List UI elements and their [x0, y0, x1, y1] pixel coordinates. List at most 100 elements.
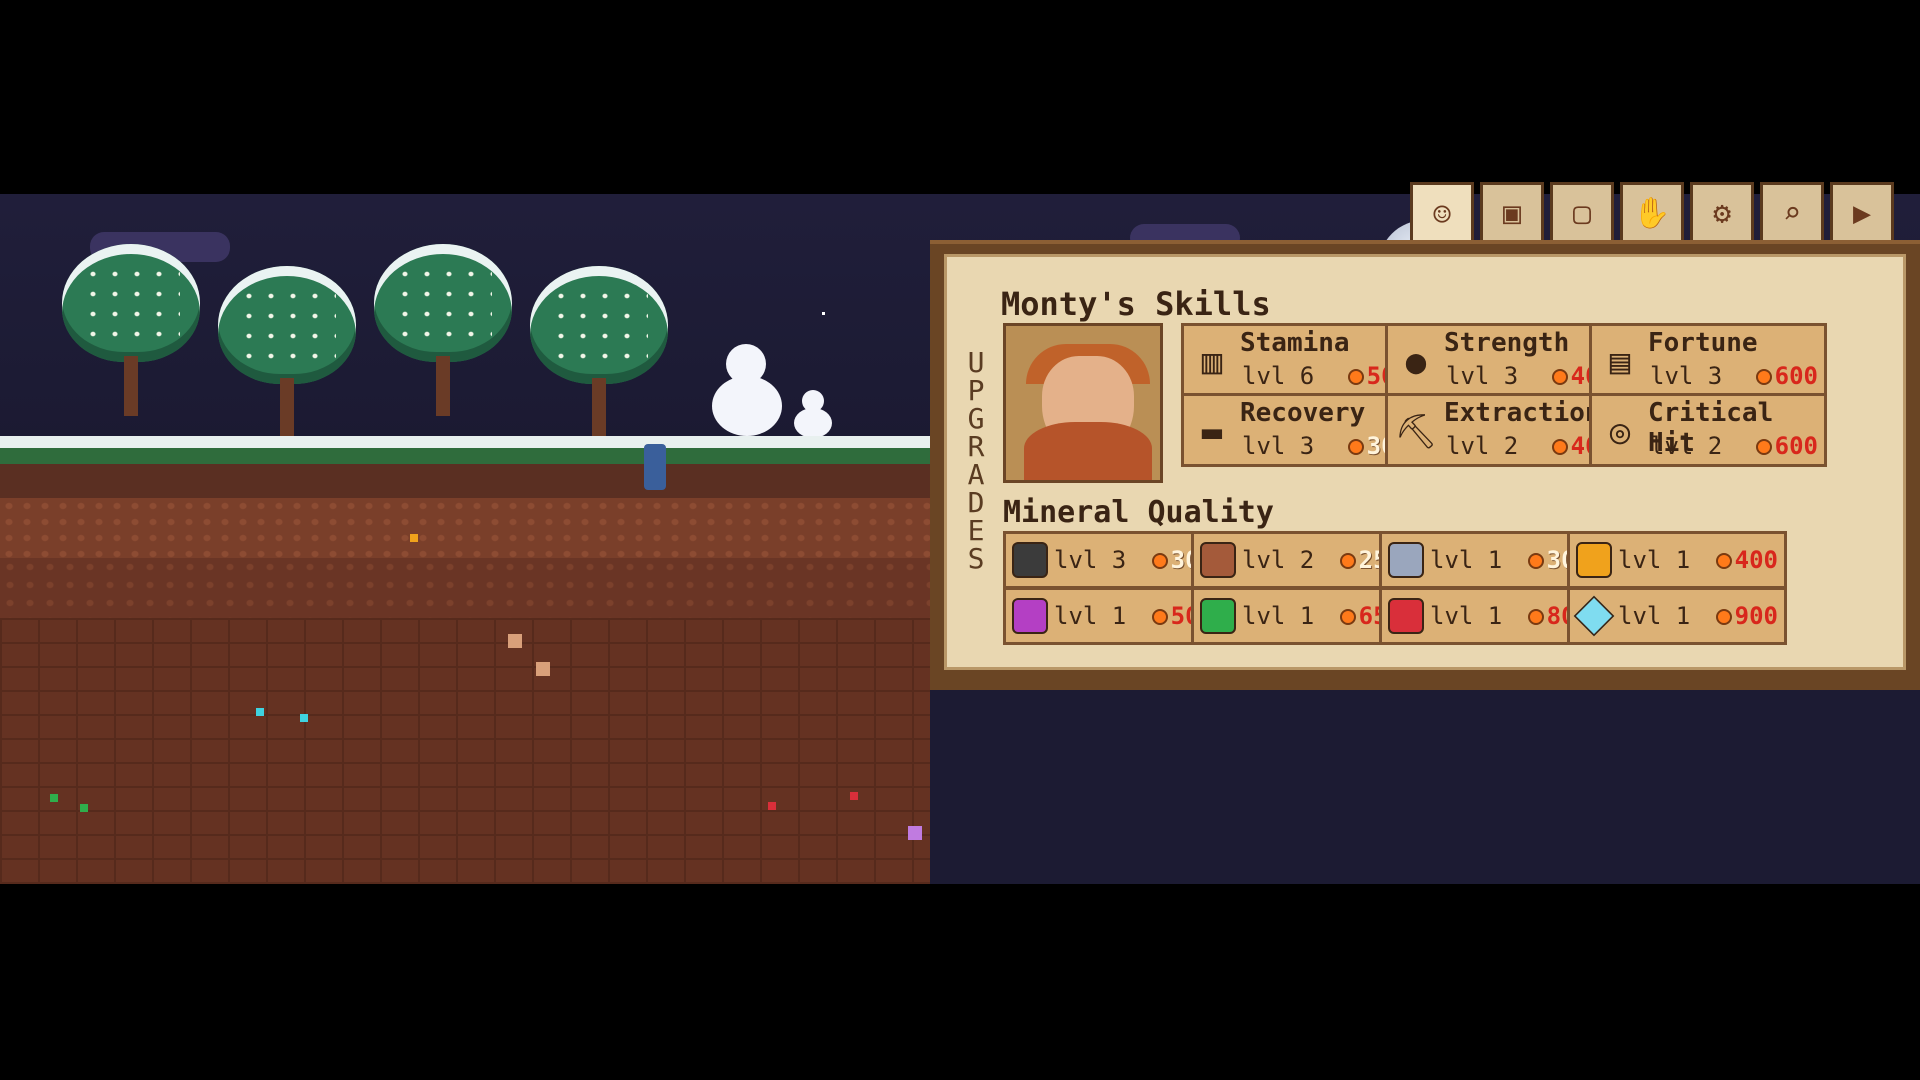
gold-ore-icon	[1576, 542, 1612, 578]
ore-nugget	[410, 534, 418, 542]
mineral-emerald-button[interactable]: lvl 1650	[1191, 587, 1411, 645]
tab-play-arrow[interactable]: ▶	[1830, 182, 1894, 244]
skill-strength-button[interactable]: ●Strengthlvl 3400	[1385, 323, 1623, 397]
coin-icon	[1755, 439, 1772, 455]
mineral-iron-ore-button[interactable]: lvl 1300	[1379, 531, 1599, 589]
ore-nugget	[508, 634, 522, 648]
mineral-cost-value: 400	[1734, 546, 1778, 574]
character-portrait	[1003, 323, 1163, 483]
iron-ore-icon	[1388, 542, 1424, 578]
skill-extraction-button[interactable]: ⛏Extractionlvl 2400	[1385, 393, 1623, 467]
tab-glove[interactable]: ✋	[1620, 182, 1684, 244]
ore-nugget	[256, 708, 264, 716]
mineral-cost: 400	[1715, 546, 1778, 574]
upgrades-side-label: UPGRADES	[967, 346, 985, 575]
skill-cost-value: 600	[1774, 432, 1818, 460]
weight-icon: ●	[1405, 342, 1427, 382]
ore-nugget	[768, 802, 776, 810]
coin-icon	[1551, 439, 1568, 455]
ore-nugget	[300, 714, 308, 722]
miner-character	[644, 444, 666, 490]
gold-bars-icon: ▤	[1609, 342, 1631, 382]
picture-frame-icon: ▢	[1572, 195, 1592, 231]
coal-icon	[1012, 542, 1048, 578]
tab-treasure-chest[interactable]: ▣	[1480, 182, 1544, 244]
coin-icon	[1347, 369, 1364, 385]
skill-critical-hit-button[interactable]: ◎ Critical Hit lvl 2 600	[1589, 393, 1827, 467]
character-portrait-icon: ☺	[1432, 197, 1452, 233]
ore-nugget	[850, 792, 858, 800]
barrel-icon: ▥	[1201, 342, 1223, 382]
stone-layer	[0, 618, 930, 884]
mineral-ruby-button[interactable]: lvl 1800	[1379, 587, 1599, 645]
skill-name: Strength	[1444, 328, 1570, 358]
mineral-amethyst-button[interactable]: lvl 1500	[1003, 587, 1223, 645]
mineral-level: lvl 1	[1430, 546, 1503, 574]
mineral-quality-heading: Mineral Quality	[1003, 495, 1274, 530]
play-arrow-icon: ▶	[1852, 195, 1872, 231]
skill-name: Extraction	[1444, 398, 1601, 428]
ore-nugget	[536, 662, 550, 676]
menu-tabs: ☺ ▣ ▢ ✋ ⚙ ⌕ ▶	[1410, 182, 1894, 248]
mineral-cost: 900	[1715, 602, 1778, 630]
magnifier-icon: ⌕	[1782, 195, 1802, 231]
skill-name: Recovery	[1240, 398, 1366, 428]
tab-magnifier[interactable]: ⌕	[1760, 182, 1824, 244]
coin-icon	[1151, 609, 1168, 625]
mineral-level: lvl 3	[1054, 546, 1127, 574]
coin-icon	[1339, 609, 1356, 625]
coin-icon	[1527, 609, 1544, 625]
ruby-icon	[1388, 598, 1424, 634]
emerald-icon	[1200, 598, 1236, 634]
mineral-level: lvl 1	[1430, 602, 1503, 630]
amethyst-icon	[1012, 598, 1048, 634]
star	[822, 312, 825, 315]
skill-name: Stamina	[1240, 328, 1350, 358]
mineral-level: lvl 1	[1054, 602, 1127, 630]
coin-icon	[1527, 553, 1544, 569]
glove-icon: ✋	[1633, 195, 1671, 231]
ore-nugget	[80, 804, 88, 812]
skill-level: lvl 3	[1446, 362, 1519, 390]
skill-cost: 600	[1755, 362, 1818, 390]
coin-icon	[1151, 553, 1168, 569]
ore-nugget	[908, 826, 922, 840]
grass-layer	[0, 448, 930, 464]
mineral-diamond-button[interactable]: lvl 1 900	[1567, 587, 1787, 645]
dirt-layer	[0, 498, 930, 558]
tab-character-portrait[interactable]: ☺	[1410, 182, 1474, 248]
skill-level: lvl 2	[1650, 432, 1723, 460]
tab-picture-frame[interactable]: ▢	[1550, 182, 1614, 244]
skill-level: lvl 3	[1242, 432, 1315, 460]
coin-icon	[1755, 369, 1772, 385]
skill-level: lvl 2	[1446, 432, 1519, 460]
diamond-icon	[1573, 595, 1615, 637]
tab-gear[interactable]: ⚙	[1690, 182, 1754, 244]
skill-fortune-button[interactable]: ▤ Fortune lvl 3 600	[1589, 323, 1827, 397]
copper-ore-icon	[1200, 542, 1236, 578]
skill-stamina-button[interactable]: ▥Staminalvl 6500	[1181, 323, 1419, 397]
coin-icon	[1715, 553, 1732, 569]
pickaxe-icon: ⛏	[1394, 412, 1438, 452]
coin-icon	[1715, 609, 1732, 625]
mineral-level: lvl 1	[1618, 602, 1691, 630]
treasure-chest-icon: ▣	[1502, 195, 1522, 231]
mineral-copper-ore-button[interactable]: lvl 2250	[1191, 531, 1411, 589]
skill-name: Fortune	[1648, 328, 1758, 358]
skill-level: lvl 6	[1242, 362, 1315, 390]
skill-cost: 600	[1755, 432, 1818, 460]
coin-icon	[1347, 439, 1364, 455]
portrait-beard	[1024, 422, 1152, 480]
coin-icon	[1339, 553, 1356, 569]
skill-recovery-button[interactable]: ▬Recoverylvl 3300	[1181, 393, 1419, 467]
mineral-level: lvl 1	[1618, 546, 1691, 574]
mineral-coal-button[interactable]: lvl 3300	[1003, 531, 1223, 589]
gear-icon: ⚙	[1712, 195, 1732, 231]
ore-nugget	[50, 794, 58, 802]
panel-body: Monty's Skills UPGRADES ▥Staminalvl 6500…	[944, 254, 1906, 670]
mineral-gold-ore-button[interactable]: lvl 1 400	[1567, 531, 1787, 589]
dirt-layer-deep	[0, 558, 930, 618]
skill-level: lvl 3	[1650, 362, 1723, 390]
target-icon: ◎	[1609, 412, 1631, 452]
panel-title: Monty's Skills	[1001, 285, 1271, 323]
